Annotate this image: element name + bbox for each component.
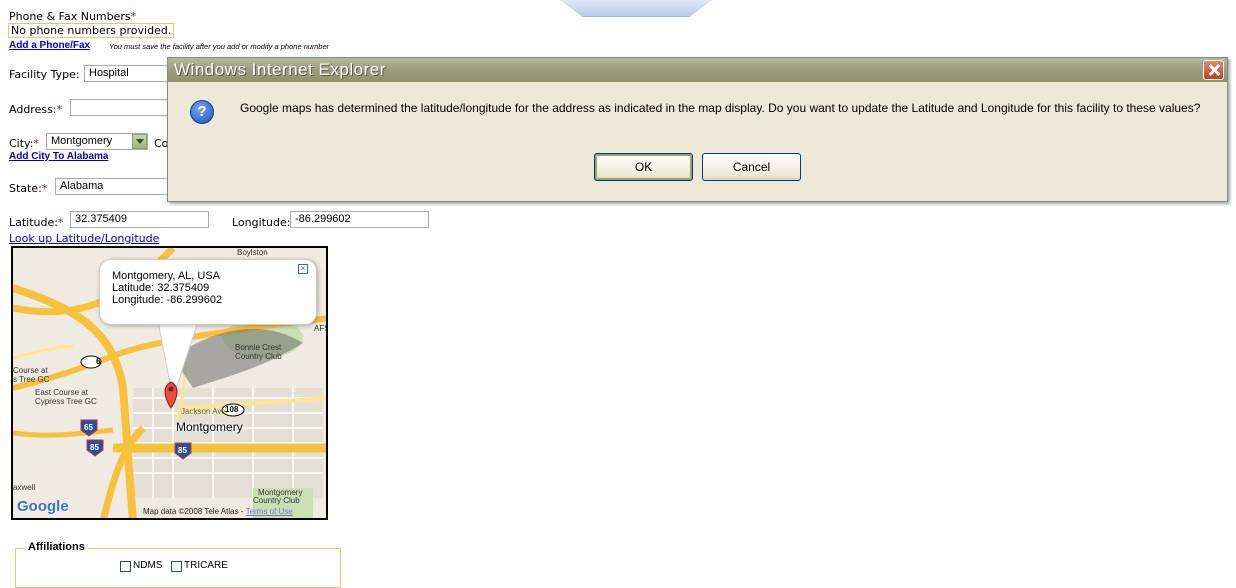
map-label-mgm-cc2: Country Club bbox=[253, 496, 300, 505]
required-mark: * bbox=[57, 216, 64, 229]
callout-line-place: Montgomery, AL, USA bbox=[112, 270, 221, 282]
phone-fax-label: Phone & Fax Numbers* bbox=[9, 10, 136, 23]
cancel-button[interactable]: Cancel bbox=[702, 153, 801, 181]
longitude-label-text: Longitude: bbox=[232, 216, 291, 229]
save-note: You must save the facility after you add… bbox=[109, 42, 330, 51]
map-view[interactable]: 6 108 65 85 85 Boylston Course at s Tree… bbox=[11, 246, 328, 520]
facility-type-select[interactable]: Hospital bbox=[84, 65, 170, 82]
required-mark: * bbox=[56, 103, 63, 116]
map-city-label: Montgomery bbox=[176, 420, 243, 434]
map-label-cypress: Cypress Tree GC bbox=[35, 397, 97, 406]
callout-line-latitude: Latitude: 32.375409 bbox=[112, 282, 210, 294]
chevron-down-icon bbox=[136, 139, 144, 144]
confirm-dialog: Windows Internet Explorer ? Google maps … bbox=[167, 57, 1228, 202]
dialog-message: Google maps has determined the latitude/… bbox=[240, 101, 1201, 115]
lookup-lat-long-link[interactable]: Look up Latitude/Longitude bbox=[9, 232, 159, 245]
map-label-country-club: Country Club bbox=[235, 352, 282, 361]
map-label-jackson-ave: Jackson Ave bbox=[181, 407, 226, 416]
dialog-close-button[interactable] bbox=[1203, 60, 1224, 80]
i85-shield-label-2: 85 bbox=[178, 446, 187, 455]
callout-line-longitude: Longitude: -86.299602 bbox=[112, 294, 223, 306]
address-input[interactable] bbox=[70, 99, 170, 116]
dialog-title: Windows Internet Explorer bbox=[174, 60, 386, 79]
window-top-decoration bbox=[560, 0, 712, 17]
close-icon[interactable]: × bbox=[298, 264, 308, 274]
tricare-checkbox[interactable] bbox=[171, 561, 182, 572]
add-city-link[interactable]: Add City To Alabama bbox=[9, 151, 108, 162]
ndms-checkbox[interactable] bbox=[120, 561, 131, 572]
question-icon: ? bbox=[190, 100, 214, 124]
longitude-input[interactable]: -86.299602 bbox=[290, 211, 429, 228]
map-label-course-at: Course at bbox=[13, 366, 48, 375]
facility-type-label: Facility Type: bbox=[9, 68, 80, 81]
map-label-east-course: East Course at bbox=[35, 388, 88, 397]
map-label-afs: AFS bbox=[314, 324, 326, 333]
route-6-shield-label: 6 bbox=[96, 357, 101, 366]
i65-shield-label: 65 bbox=[84, 423, 93, 432]
state-select[interactable]: Alabama bbox=[55, 178, 170, 195]
no-phone-box: No phone numbers provided. bbox=[8, 23, 175, 38]
city-label-text: City: bbox=[9, 137, 34, 150]
phone-fax-label-text: Phone & Fax Numbers bbox=[9, 10, 131, 23]
address-label-text: Address: bbox=[9, 103, 57, 116]
city-dropdown-button[interactable] bbox=[132, 134, 147, 149]
longitude-label: Longitude:* bbox=[232, 216, 296, 229]
required-mark: * bbox=[33, 137, 39, 150]
ndms-checkbox-label: NDMS bbox=[133, 560, 163, 571]
affiliations-legend: Affiliations bbox=[25, 541, 88, 553]
address-label: Address:* bbox=[9, 103, 62, 116]
map-label-boylston: Boylston bbox=[237, 248, 268, 257]
i85-shield-label-1: 85 bbox=[90, 443, 99, 452]
tricare-checkbox-label: TRICARE bbox=[184, 560, 228, 571]
map-label-tree-gc: s Tree GC bbox=[13, 375, 50, 384]
map-label-maxwell: axwell bbox=[13, 483, 36, 492]
state-label: State:* bbox=[9, 182, 47, 195]
required-mark: * bbox=[41, 182, 48, 195]
required-mark: * bbox=[130, 10, 137, 23]
dialog-titlebar[interactable]: Windows Internet Explorer bbox=[168, 58, 1227, 82]
city-select-value: Montgomery bbox=[51, 135, 113, 147]
google-logo: Google bbox=[17, 498, 69, 515]
city-label: City:* bbox=[9, 137, 39, 150]
route-108-shield-label: 108 bbox=[225, 405, 239, 414]
latitude-label: Latitude:* bbox=[9, 216, 63, 229]
map-info-callout: Montgomery, AL, USA Latitude: 32.375409 … bbox=[99, 259, 317, 325]
map-label-bonnie-crest: Bonnie Crest bbox=[235, 343, 282, 352]
add-phone-link[interactable]: Add a Phone/Fax bbox=[9, 40, 90, 51]
state-label-text: State: bbox=[9, 182, 42, 195]
latitude-label-text: Latitude: bbox=[9, 216, 58, 229]
map-attribution-text: Map data ©2008 Tele Atlas - bbox=[143, 507, 244, 516]
terms-of-use-link[interactable]: Terms of Use bbox=[246, 507, 293, 516]
ok-button[interactable]: OK bbox=[594, 153, 693, 181]
map-attribution: Map data ©2008 Tele Atlas - Terms of Use bbox=[143, 507, 293, 516]
latitude-input[interactable]: 32.375409 bbox=[70, 211, 209, 228]
